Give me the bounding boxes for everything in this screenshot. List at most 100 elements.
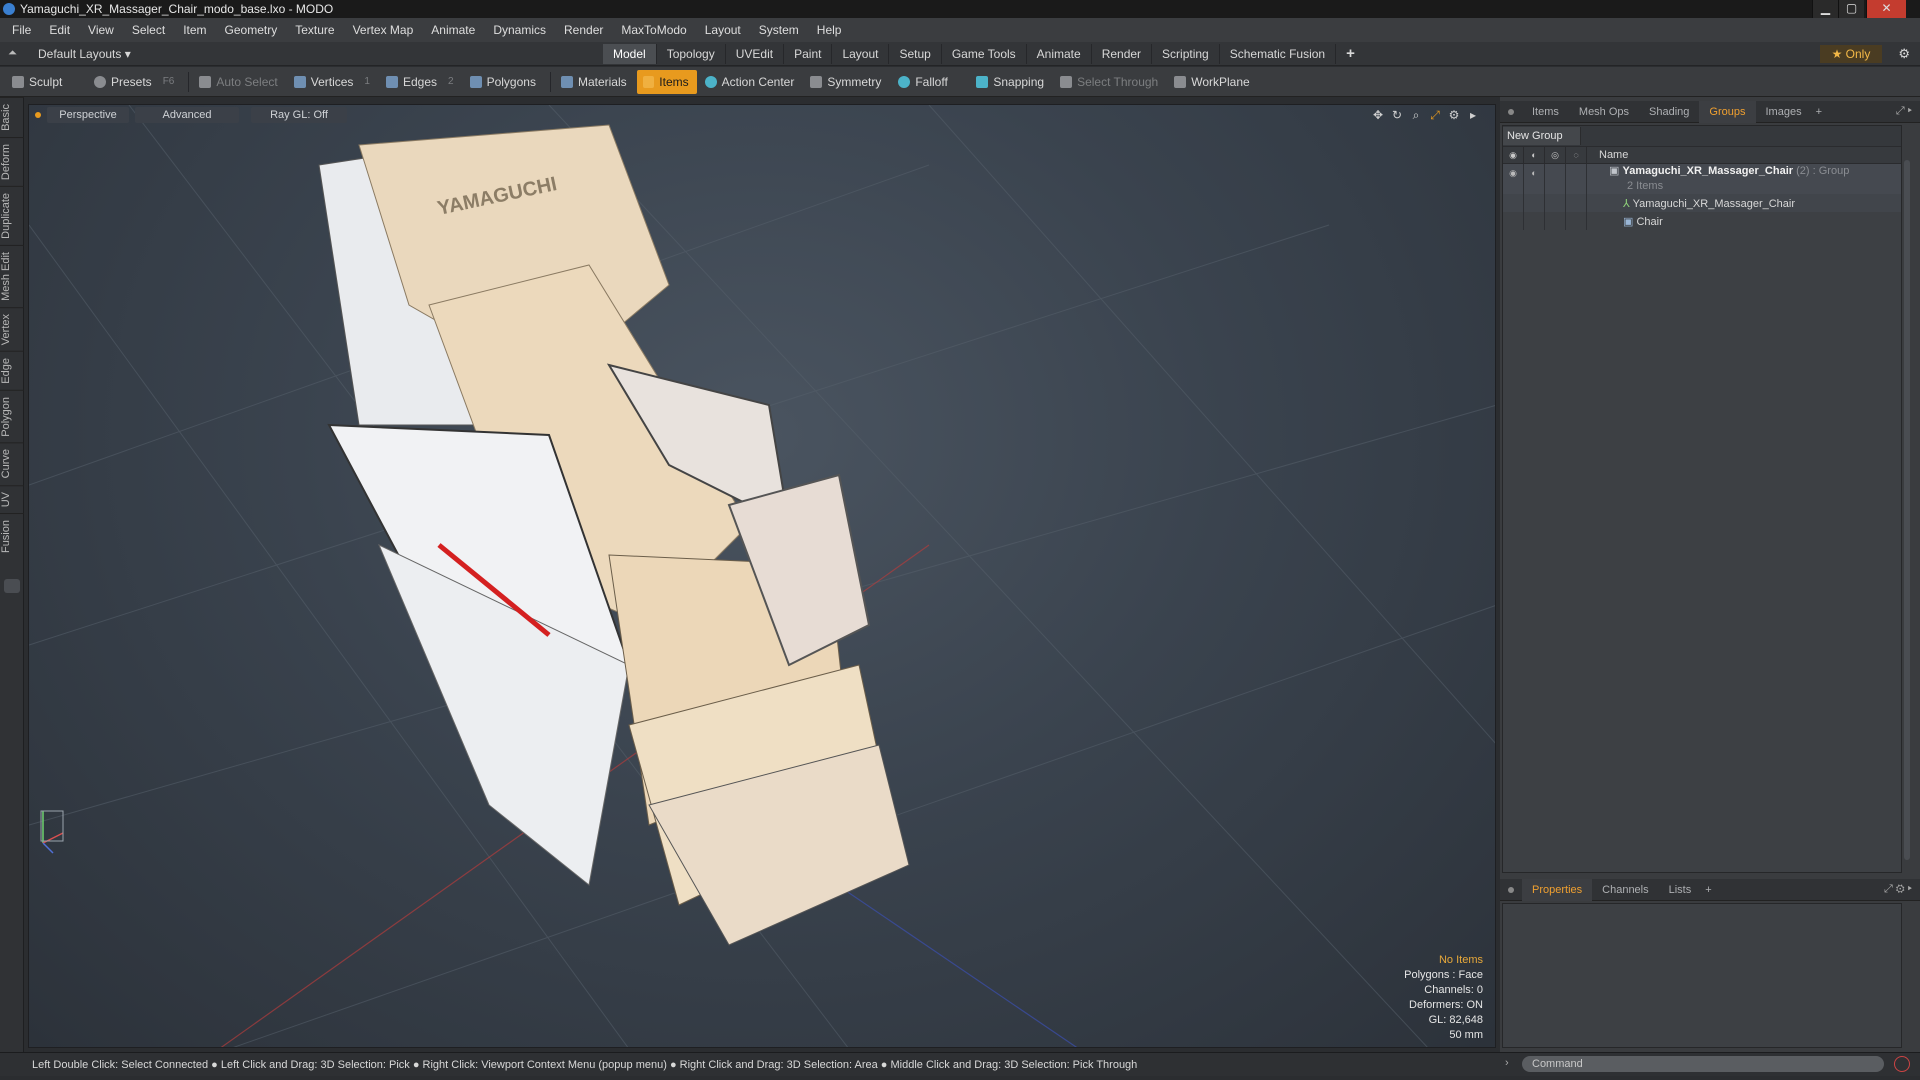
- menu-render[interactable]: Render: [555, 18, 612, 42]
- vertices-button[interactable]: Vertices 1: [288, 70, 378, 94]
- presets-button[interactable]: Presets F6: [88, 70, 182, 94]
- 3d-viewport[interactable]: YAMAGUCHI Perspective Advanced Ray GL: O…: [28, 104, 1496, 1048]
- raygl-toggle[interactable]: Ray GL: Off: [251, 107, 347, 123]
- tab-animate[interactable]: Animate: [1027, 43, 1092, 64]
- viewport-menu-icon[interactable]: [35, 112, 41, 118]
- tab-basic[interactable]: Basic: [0, 97, 24, 137]
- tab-channels[interactable]: Channels: [1592, 879, 1658, 901]
- tab-paint[interactable]: Paint: [784, 43, 833, 64]
- menu-edit[interactable]: Edit: [40, 18, 79, 42]
- group-child-row[interactable]: ⅄ Yamaguchi_XR_Massager_Chair: [1503, 194, 1901, 212]
- edges-button[interactable]: Edges 2: [380, 70, 462, 94]
- auto-select-button[interactable]: Auto Select: [193, 70, 285, 94]
- tab-deform[interactable]: Deform: [0, 136, 24, 186]
- tab-groups[interactable]: Groups: [1699, 100, 1756, 123]
- tab-edge[interactable]: Edge: [0, 350, 24, 390]
- settings-gear-icon[interactable]: ⚙: [1898, 46, 1910, 62]
- select-column-icon[interactable]: ◌: [1566, 146, 1587, 164]
- group-lock-toggle[interactable]: [1545, 164, 1566, 194]
- select-through-button[interactable]: Select Through: [1054, 70, 1166, 94]
- menu-file[interactable]: File: [0, 18, 40, 42]
- items-button[interactable]: Items: [636, 69, 697, 94]
- properties-menu-icon[interactable]: [1508, 886, 1514, 893]
- command-input[interactable]: Command: [1522, 1056, 1884, 1072]
- group-select-toggle[interactable]: [1566, 164, 1587, 194]
- move-view-icon[interactable]: ✥: [1370, 107, 1386, 123]
- zoom-view-icon[interactable]: ⌕: [1408, 107, 1424, 123]
- tab-lists[interactable]: Lists: [1659, 879, 1702, 901]
- menu-maxtomodo[interactable]: MaxToModo: [612, 18, 695, 42]
- tab-properties[interactable]: Properties: [1522, 878, 1593, 901]
- tab-schematic-fusion[interactable]: Schematic Fusion: [1220, 43, 1337, 64]
- panel-toggle-button[interactable]: [4, 579, 20, 594]
- group-render-icon[interactable]: ◐: [1524, 164, 1545, 194]
- tab-setup[interactable]: Setup: [889, 43, 942, 64]
- menu-texture[interactable]: Texture: [286, 18, 343, 42]
- minimize-button[interactable]: ▁: [1812, 0, 1838, 18]
- menu-system[interactable]: System: [750, 18, 808, 42]
- new-group-button[interactable]: New Group: [1503, 127, 1581, 145]
- menu-select[interactable]: Select: [123, 18, 174, 42]
- tab-mesh-edit[interactable]: Mesh Edit: [0, 244, 24, 307]
- action-center-button[interactable]: Action Center: [699, 70, 803, 94]
- tab-curve[interactable]: Curve: [0, 442, 24, 485]
- panel-menu-icon[interactable]: [1508, 108, 1514, 115]
- shading-dropdown[interactable]: Advanced: [135, 107, 239, 123]
- maximize-button[interactable]: ▢: [1838, 0, 1864, 18]
- viewport-settings-icon[interactable]: ⚙: [1446, 107, 1462, 123]
- group-visibility-icon[interactable]: ◉: [1503, 164, 1524, 194]
- command-stop-icon[interactable]: [1894, 1056, 1910, 1072]
- tab-vertex[interactable]: Vertex: [0, 306, 24, 351]
- layouts-dropdown[interactable]: Default Layouts ▾: [38, 47, 603, 61]
- menu-dynamics[interactable]: Dynamics: [484, 18, 555, 42]
- menu-item[interactable]: Item: [174, 18, 215, 42]
- fit-view-icon[interactable]: ⤢: [1427, 107, 1443, 123]
- sculpt-button[interactable]: Sculpt: [6, 70, 86, 94]
- visibility-column-icon[interactable]: ◉: [1503, 146, 1524, 164]
- group-row[interactable]: ◉ ◐ ▣ Yamaguchi_XR_Massager_Chair (2) : …: [1503, 164, 1901, 194]
- menu-animate[interactable]: Animate: [422, 18, 484, 42]
- tab-uv[interactable]: UV: [0, 484, 24, 514]
- add-tab-button[interactable]: +: [1346, 45, 1355, 62]
- view-type-dropdown[interactable]: Perspective: [47, 107, 129, 123]
- close-button[interactable]: ✕: [1866, 0, 1906, 18]
- command-expand-icon[interactable]: ›: [1505, 1057, 1509, 1069]
- menu-layout[interactable]: Layout: [696, 18, 750, 42]
- group-child-row[interactable]: ▣ Chair: [1503, 212, 1901, 230]
- lock-column-icon[interactable]: ◎: [1545, 146, 1566, 164]
- properties-expand-icon[interactable]: ⤢ ⚙ ▸: [1884, 883, 1912, 896]
- tab-fusion[interactable]: Fusion: [0, 513, 24, 560]
- only-toggle[interactable]: ★ Only: [1819, 44, 1883, 63]
- tab-uvedit[interactable]: UVEdit: [726, 43, 785, 64]
- tab-layout[interactable]: Layout: [832, 43, 890, 64]
- tab-scripting[interactable]: Scripting: [1152, 43, 1220, 64]
- menu-help[interactable]: Help: [808, 18, 851, 42]
- workplane-button[interactable]: WorkPlane: [1168, 70, 1257, 94]
- add-properties-tab-button[interactable]: +: [1701, 879, 1715, 901]
- symmetry-button[interactable]: Symmetry: [804, 70, 890, 94]
- tab-topology[interactable]: Topology: [657, 43, 726, 64]
- menu-view[interactable]: View: [79, 18, 123, 42]
- tab-images[interactable]: Images: [1756, 101, 1812, 123]
- tab-items[interactable]: Items: [1522, 101, 1569, 123]
- layout-lock-icon[interactable]: ⏶: [8, 47, 22, 60]
- falloff-button[interactable]: Falloff: [892, 70, 968, 94]
- tab-shading[interactable]: Shading: [1639, 101, 1699, 123]
- snapping-button[interactable]: Snapping: [970, 70, 1052, 94]
- tab-render[interactable]: Render: [1092, 43, 1153, 64]
- polygons-button[interactable]: Polygons: [464, 70, 544, 94]
- add-panel-tab-button[interactable]: +: [1812, 101, 1826, 123]
- tab-game-tools[interactable]: Game Tools: [942, 43, 1027, 64]
- rotate-view-icon[interactable]: ↻: [1389, 107, 1405, 123]
- name-column-header[interactable]: Name: [1587, 149, 1628, 161]
- menu-geometry[interactable]: Geometry: [216, 18, 287, 42]
- tab-polygon[interactable]: Polygon: [0, 389, 24, 443]
- groups-scrollbar[interactable]: [1904, 160, 1910, 860]
- viewport-expand-icon[interactable]: ▸: [1465, 107, 1481, 123]
- materials-button[interactable]: Materials: [555, 70, 635, 94]
- tab-duplicate[interactable]: Duplicate: [0, 185, 24, 245]
- tab-mesh-ops[interactable]: Mesh Ops: [1569, 101, 1639, 123]
- render-column-icon[interactable]: ◐: [1524, 146, 1545, 164]
- panel-expand-icon[interactable]: ⤢ ▸: [1896, 105, 1912, 118]
- menu-vertex-map[interactable]: Vertex Map: [344, 18, 423, 42]
